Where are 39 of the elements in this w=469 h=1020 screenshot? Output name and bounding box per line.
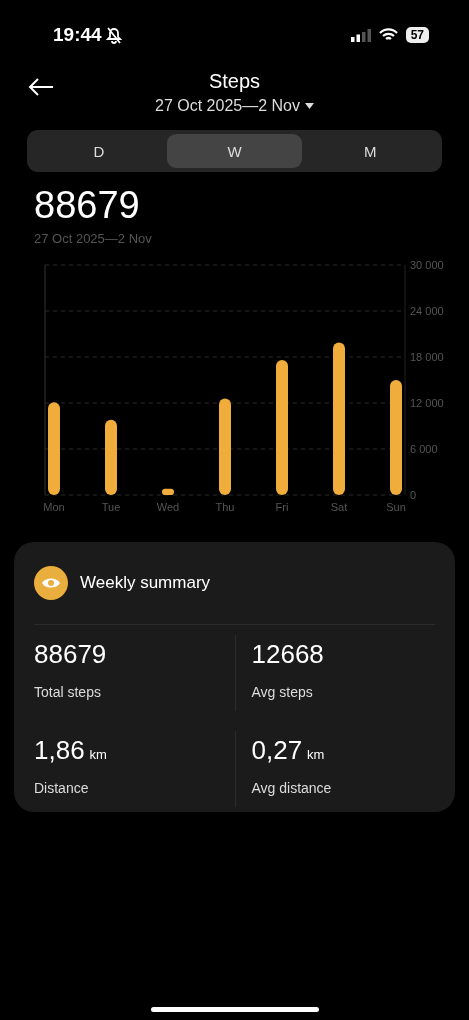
eye-icon [34,566,68,600]
battery-indicator: 57 [405,27,429,43]
stat-value: 1,86 [34,735,85,766]
page-title: Steps [208,70,261,93]
axis-label: Thu [215,501,235,512]
total-steps-value: 88679 [33,183,141,227]
axis-label: 30 000 [410,259,444,271]
total-range: 27 Oct 2025—2 Nov [33,230,153,246]
stat-label: Avg steps [251,684,314,700]
stat-unit: km [307,747,325,762]
axis-label: Tue [101,501,121,512]
back-button[interactable] [26,76,56,98]
axis-label: 0 [410,489,417,501]
stat-label: Distance [34,780,90,796]
stat-label: Total steps [34,684,102,700]
axis-label: 12 000 [410,397,444,409]
axis-label: 24 000 [410,305,444,317]
card-title: Weekly summary [80,573,211,593]
axis-label: Fri [275,501,289,512]
axis-label: 6 000 [410,443,438,455]
stat-value: 12668 [251,639,324,670]
wifi-icon [378,28,398,42]
status-time: 19:44 [53,24,102,46]
date-range-dropdown[interactable]: 27 Oct 2025—2 Nov [155,97,314,115]
caret-icon [305,103,314,109]
period-tab[interactable]: M [302,134,438,168]
stat-value: 88679 [34,639,107,670]
stat-label: Avg distance [251,780,333,796]
axis-label: Sun [386,501,406,512]
axis-label: 18 000 [410,351,444,363]
stat-unit: km [89,747,107,762]
stat-value: 0,27 [251,735,303,766]
bar [162,488,174,495]
axis-label: Sat [330,501,348,512]
axis-label: Wed [156,501,180,512]
axis-label: Mon [43,501,65,512]
period-tab[interactable]: W [166,134,303,168]
period-tab[interactable]: D [31,134,167,168]
signal-icon [350,28,371,42]
